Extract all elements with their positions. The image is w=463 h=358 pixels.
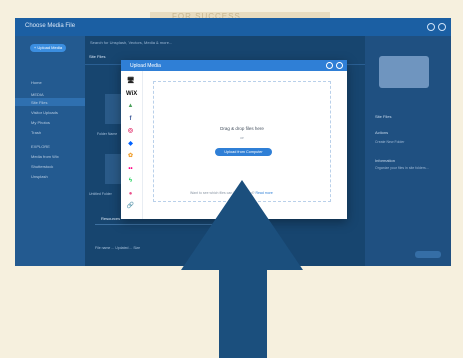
arrow-shape bbox=[181, 180, 303, 358]
arrow-up-icon bbox=[181, 180, 303, 358]
